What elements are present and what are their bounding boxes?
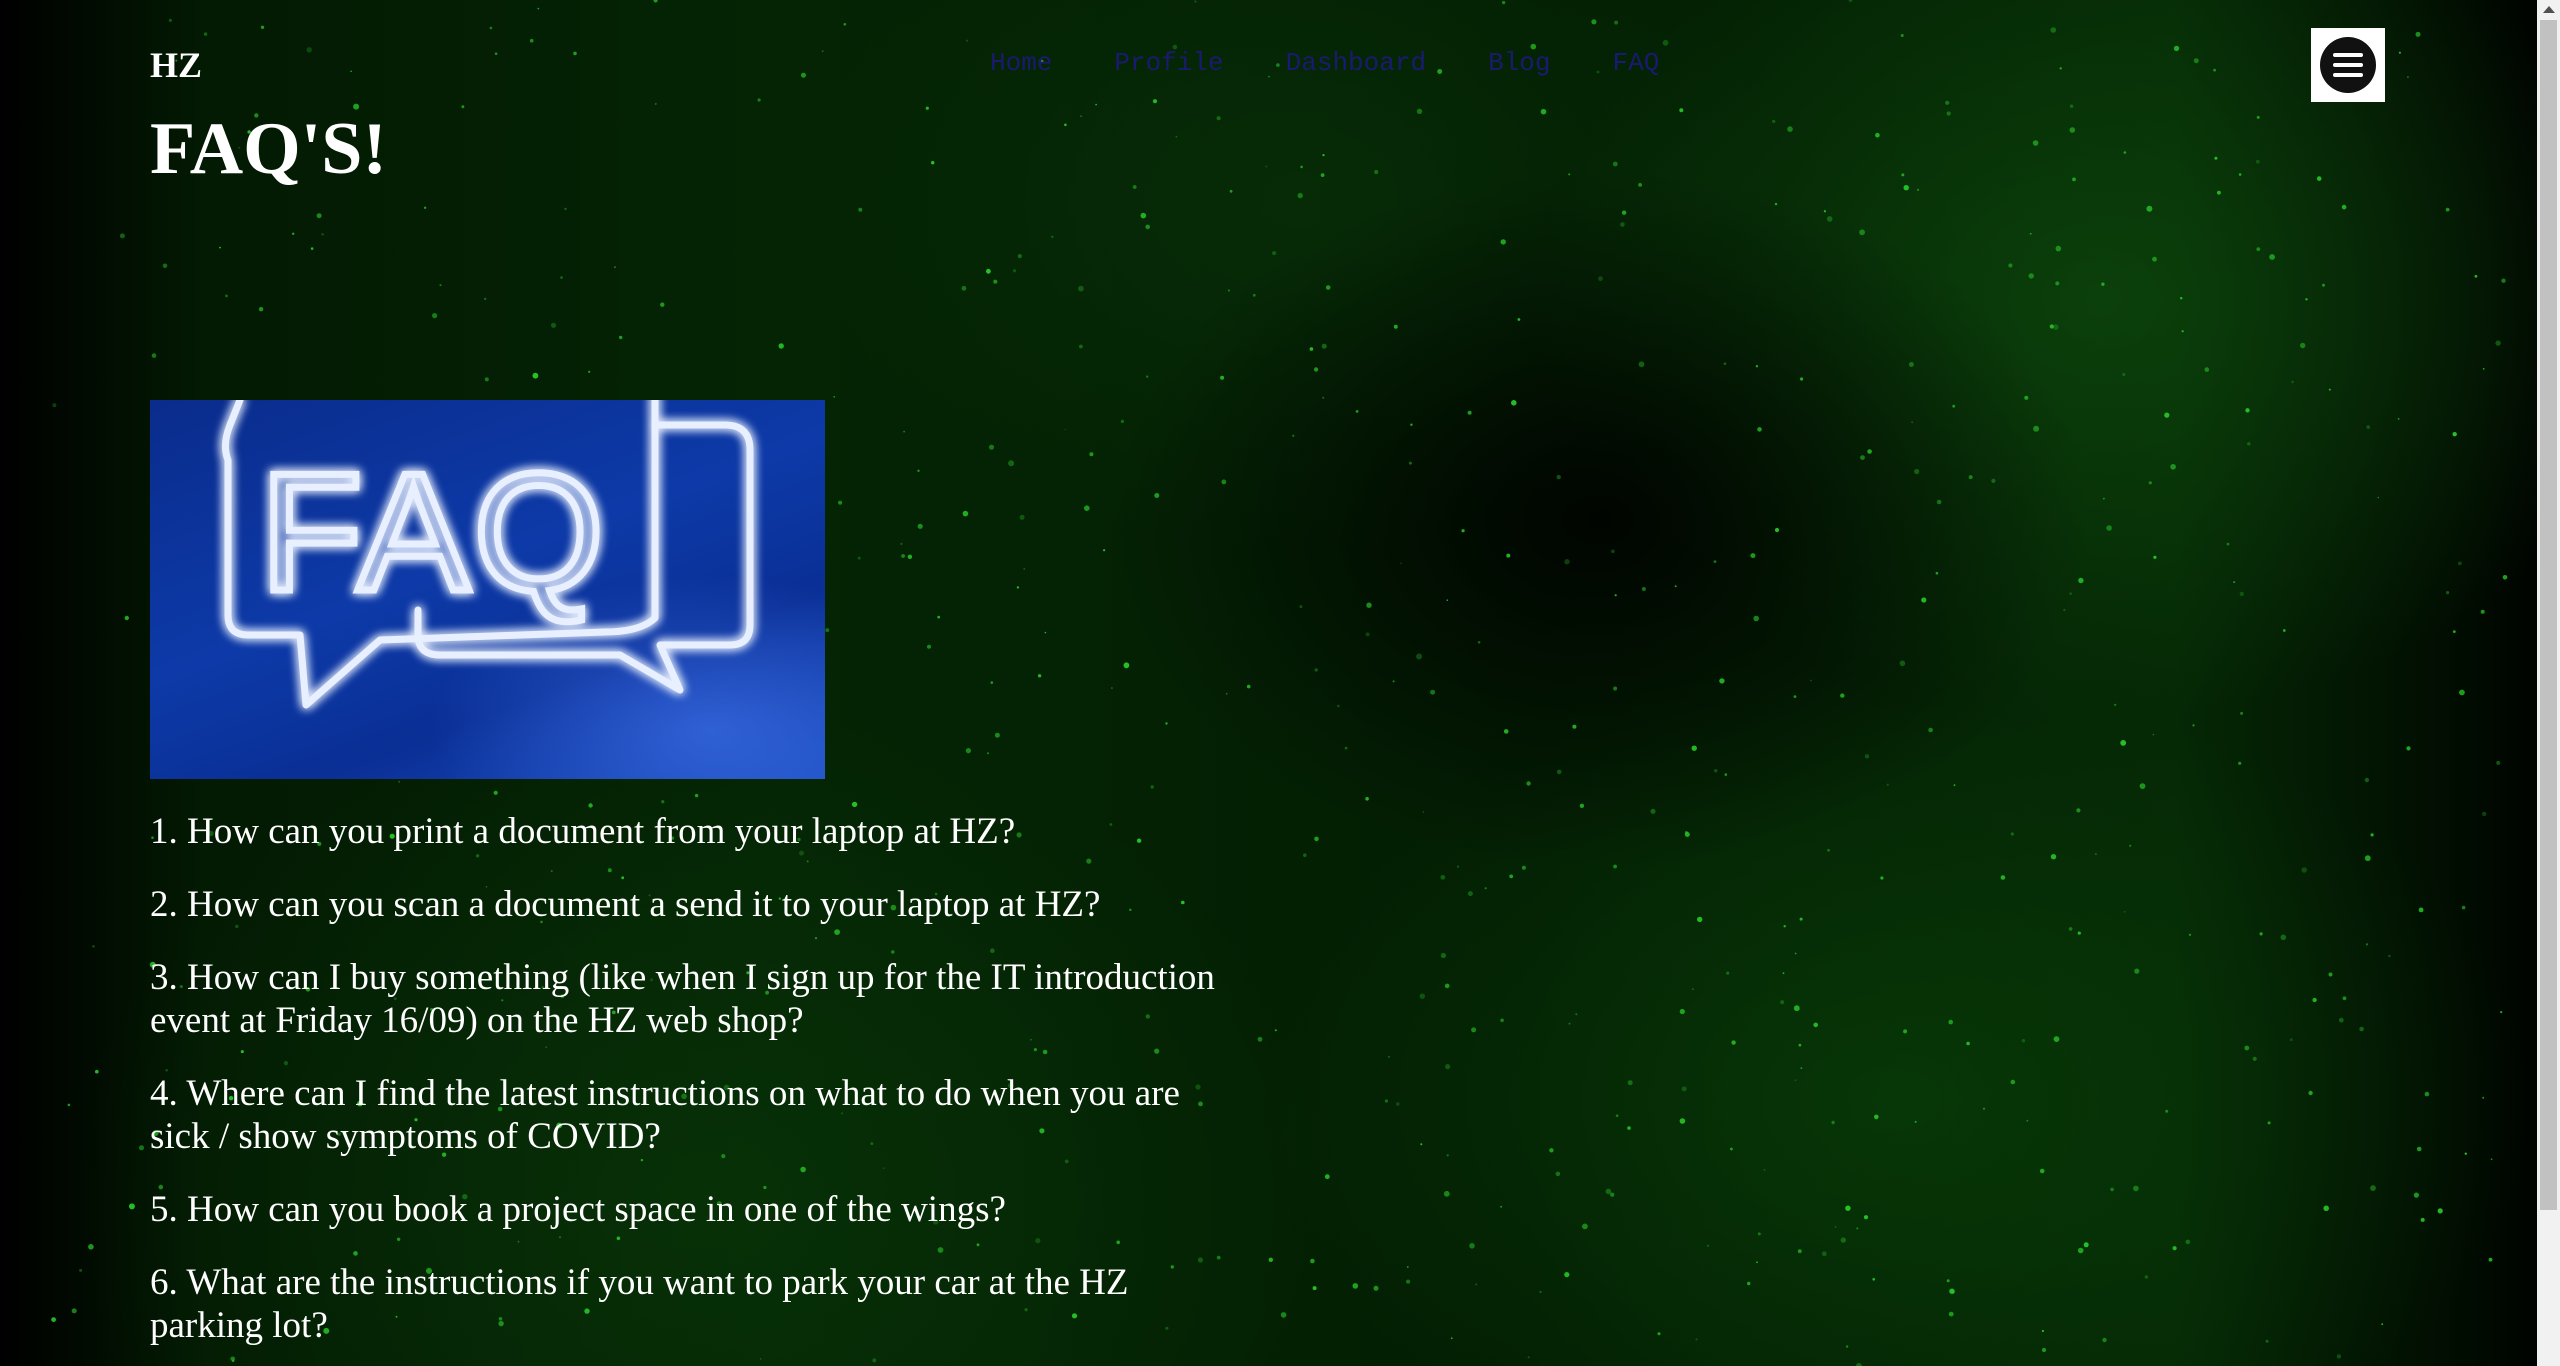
hamburger-menu-icon — [2320, 37, 2376, 93]
site-header: HZ Home Profile Dashboard Blog FAQ — [150, 40, 2390, 100]
faq-neon-text: FAQ — [260, 438, 608, 626]
faq-question-5[interactable]: 5. How can you book a project space in o… — [150, 1188, 1230, 1231]
faq-neon-image: FAQ — [150, 400, 825, 779]
nav-profile[interactable]: Profile — [1114, 48, 1223, 78]
page-title: FAQ'S! — [150, 108, 388, 190]
nav-blog[interactable]: Blog — [1488, 48, 1550, 78]
faq-question-2[interactable]: 2. How can you scan a document a send it… — [150, 883, 1230, 926]
nav-dashboard[interactable]: Dashboard — [1286, 48, 1426, 78]
faq-question-3[interactable]: 3. How can I buy something (like when I … — [150, 956, 1230, 1042]
faq-question-list: 1. How can you print a document from you… — [150, 810, 1230, 1366]
nav-faq[interactable]: FAQ — [1613, 48, 1660, 78]
menu-button[interactable] — [2311, 28, 2385, 102]
scroll-thumb[interactable] — [2540, 20, 2557, 1210]
faq-question-1[interactable]: 1. How can you print a document from you… — [150, 810, 1230, 853]
nav-home[interactable]: Home — [990, 48, 1052, 78]
scroll-up-arrow-icon[interactable] — [2543, 6, 2555, 13]
faq-question-6[interactable]: 6. What are the instructions if you want… — [150, 1261, 1230, 1347]
vertical-scrollbar[interactable] — [2537, 0, 2560, 1366]
faq-question-4[interactable]: 4. Where can I find the latest instructi… — [150, 1072, 1230, 1158]
site-logo[interactable]: HZ — [150, 44, 202, 86]
page-viewport: HZ Home Profile Dashboard Blog FAQ FAQ'S… — [0, 0, 2560, 1366]
main-nav: Home Profile Dashboard Blog FAQ — [990, 48, 1659, 78]
